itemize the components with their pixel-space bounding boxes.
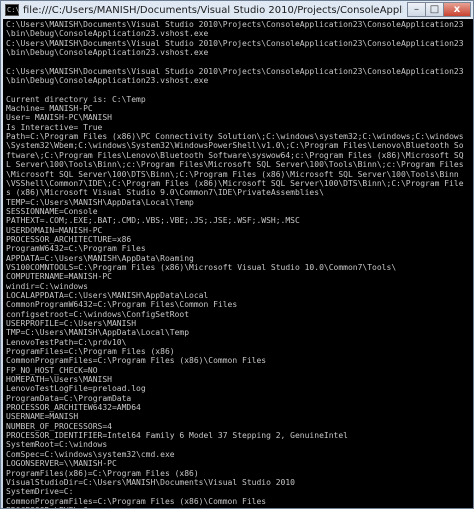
console-line: HOMEPATH=\Users\MANISH — [6, 375, 112, 385]
console-line: Path=C:\Program Files (x86)\PC Connectiv… — [6, 132, 464, 198]
console-line: SystemRoot=C:\windows — [6, 440, 108, 450]
console-line: TMP=C:\Users\MANISH\AppData\Local\Temp — [6, 328, 190, 338]
console-line: TEMP=C:\Users\MANISH\AppData\Local\Temp — [6, 197, 194, 207]
console-line: CommonProgramW6432=C:\Program Files\Comm… — [6, 300, 238, 310]
console-window: C:\ file:///C:/Users/MANISH/Documents/Vi… — [0, 0, 474, 509]
console-line: USERNAME=MANISH — [6, 412, 79, 422]
console-line: Current directory is: C:\Temp — [6, 94, 146, 104]
console-line: Machine= MANISH-PC — [6, 104, 93, 114]
console-line: CommonProgramFiles=C:\Program Files (x86… — [6, 496, 267, 506]
console-line: SESSIONNAME=Console — [6, 206, 98, 216]
console-line: C:\Users\MANISH\Documents\Visual Studio … — [6, 66, 464, 86]
console-line: ProgramW6432=C:\Program Files — [6, 244, 146, 254]
console-output-area[interactable]: C:\Users\MANISH\Documents\Visual Studio … — [3, 19, 473, 508]
console-line: ProgramData=C:\ProgramData — [6, 393, 132, 403]
console-line: configsetroot=C:\windows\ConfigSetRoot — [6, 309, 190, 319]
console-line: LenovoTestPath=C:\prdv10\ — [6, 337, 127, 347]
console-line: NUMBER_OF_PROCESSORS=4 — [6, 421, 112, 431]
console-app-icon[interactable]: C:\ — [5, 4, 20, 16]
console-line: VS100COMNTOOLS=C:\Program Files (x86)\Mi… — [6, 262, 397, 272]
console-line: COMPUTERNAME=MANISH-PC — [6, 272, 112, 282]
console-output: C:\Users\MANISH\Documents\Visual Studio … — [6, 20, 467, 508]
console-line: PROCESSOR_LEVEL=6 — [6, 506, 467, 508]
console-line: Is Interactive= True — [6, 122, 103, 132]
console-line: ProgramFiles(x86)=C:\Program Files (x86) — [6, 468, 199, 478]
console-line: ProgramFiles=C:\Program Files (x86) — [6, 347, 175, 357]
console-line: LenovoTestLogFile=preload.log — [6, 384, 146, 394]
title-bar[interactable]: C:\ file:///C:/Users/MANISH/Documents/Vi… — [1, 1, 473, 19]
console-line: LOCALAPPDATA=C:\Users\MANISH\AppData\Loc… — [6, 290, 209, 300]
window-title: file:///C:/Users/MANISH/Documents/Visual… — [23, 4, 403, 16]
console-line: windir=C:\windows — [6, 281, 88, 291]
console-line: C:\Users\MANISH\Documents\Visual Studio … — [6, 20, 464, 39]
console-line: C:\Users\MANISH\Documents\Visual Studio … — [6, 38, 464, 58]
console-line: CommonProgramFiles=C:\Program Files (x86… — [6, 356, 267, 366]
console-line: PATHEXT=.COM;.EXE;.BAT;.CMD;.VBS;.VBE;.J… — [6, 216, 300, 226]
console-line: FP_NO_HOST_CHECK=NO — [6, 365, 98, 375]
console-line: User= MANISH-PC\MANISH — [6, 113, 112, 123]
console-line: ComSpec=C:\windows\system32\cmd.exe — [6, 449, 175, 459]
close-button[interactable]: x — [443, 2, 471, 17]
console-line: USERDOMAIN=MANISH-PC — [6, 225, 103, 235]
console-line: PROCESSOR_ARCHITEW6432=AMD64 — [6, 403, 141, 413]
console-line: PROCESSOR_ARCHITECTURE=x86 — [6, 234, 132, 244]
console-line: PROCESSOR_IDENTIFIER=Intel64 Family 6 Mo… — [6, 431, 348, 441]
console-line: SystemDrive=C: — [6, 487, 74, 497]
console-line: LOGONSERVER=\\MANISH-PC — [6, 459, 117, 469]
window-controls: – □ x — [407, 2, 471, 17]
console-line: VisualStudioDir=C:\Users\MANISH\Document… — [6, 477, 295, 487]
minimize-button[interactable]: – — [407, 2, 425, 17]
console-line: USERPROFILE=C:\Users\MANISH — [6, 319, 137, 328]
console-line: APPDATA=C:\Users\MANISH\AppData\Roaming — [6, 253, 194, 263]
maximize-button[interactable]: □ — [425, 2, 443, 17]
